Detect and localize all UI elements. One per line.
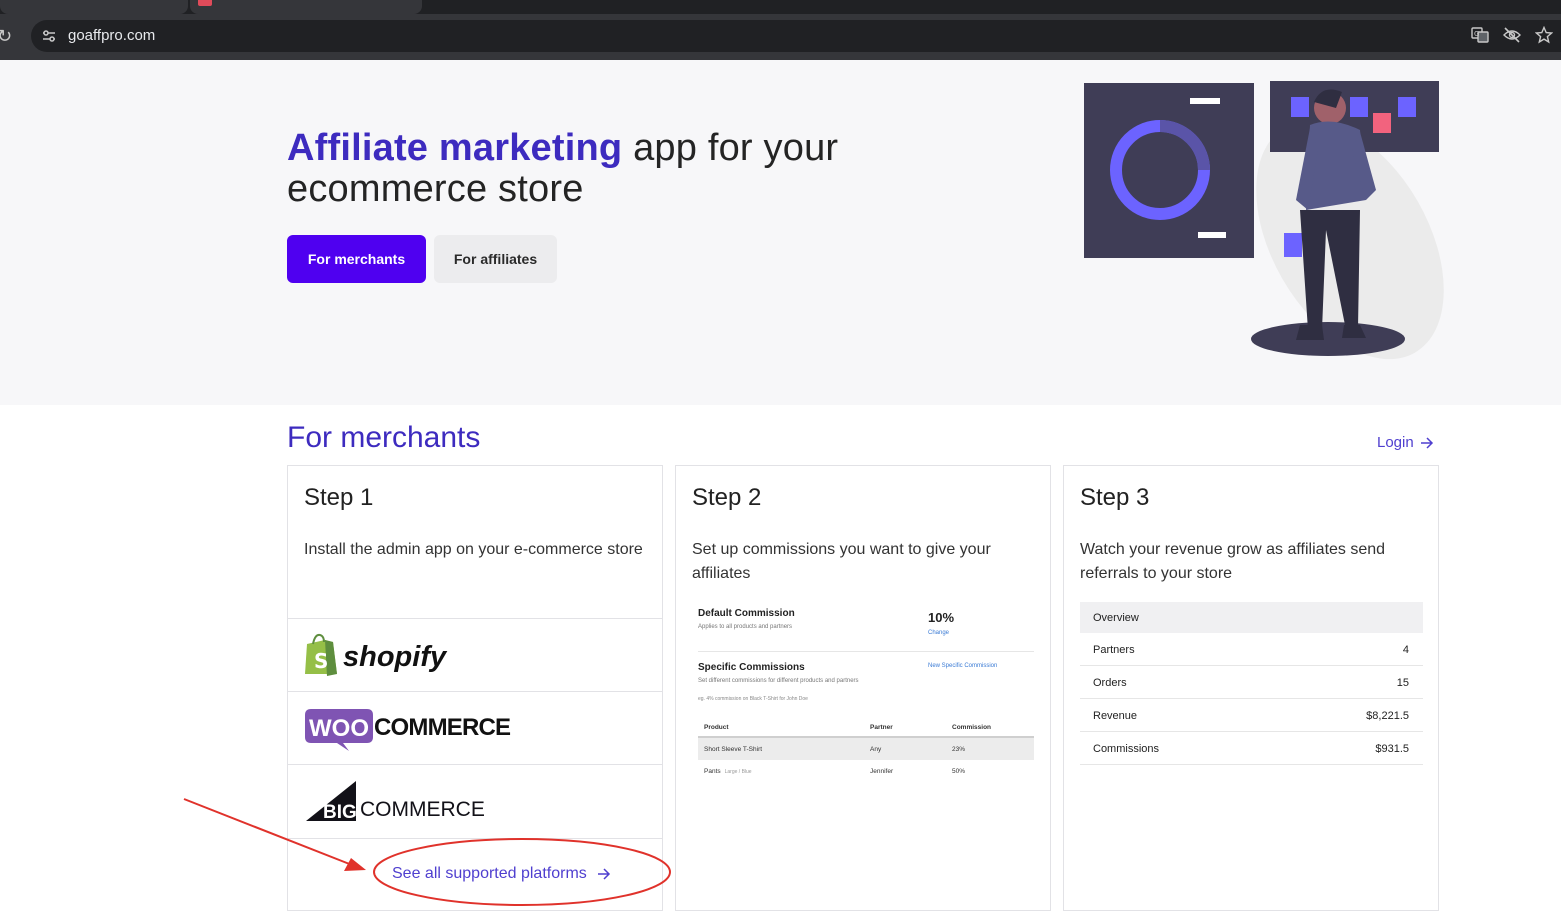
hero-title: Affiliate marketing app for your ecommer… [287, 128, 847, 210]
address-bar: ↻ goaffpro.com G [0, 14, 1561, 60]
svg-text:WOO: WOO [309, 715, 369, 742]
hero-section: Affiliate marketing app for your ecommer… [0, 60, 1561, 405]
see-all-platforms-row: See all supported platforms [288, 838, 662, 910]
hero-title-accent: Affiliate marketing [287, 127, 623, 169]
metric-label: Revenue [1093, 710, 1138, 722]
commission-cell: 50% [952, 768, 966, 775]
reload-icon[interactable]: ↻ [0, 26, 12, 47]
metric-label: Commissions [1093, 743, 1160, 755]
divider [698, 651, 1034, 652]
tab-favicon [198, 0, 212, 6]
arrow-right-icon [597, 868, 610, 880]
eye-off-icon[interactable] [1503, 26, 1521, 44]
shopify-logo: S shopify [305, 633, 448, 676]
default-commission-subtitle: Applies to all products and partners [698, 624, 793, 630]
specific-commissions-title: Specific Commissions [698, 662, 805, 673]
step-description: Watch your revenue grow as affiliates se… [1080, 541, 1386, 582]
column-header: Partner [870, 724, 893, 731]
table-header: Product Partner Commission [698, 716, 1034, 738]
bookmark-star-icon[interactable] [1535, 26, 1553, 44]
tab-strip [0, 0, 1561, 14]
omnibox[interactable]: goaffpro.com G [31, 20, 1561, 52]
metric-label: Orders [1093, 677, 1127, 689]
change-link: Change [928, 630, 950, 636]
for-affiliates-button[interactable]: For affiliates [434, 235, 557, 283]
overview-table: Overview Partners 4 Orders 15 Revenue $8… [1080, 602, 1423, 765]
platform-bigcommerce[interactable]: BIG COMMERCE [288, 764, 662, 838]
browser-tab[interactable] [0, 0, 188, 14]
table-row: Short Sleeve T-Shirt Any 23% [698, 738, 1034, 760]
svg-text:COMMERCE: COMMERCE [360, 798, 485, 821]
browser-tab-active[interactable] [190, 0, 422, 14]
see-all-label: See all supported platforms [392, 865, 587, 882]
metric-value: 15 [1396, 677, 1409, 689]
login-link[interactable]: Login [1377, 434, 1434, 451]
partner-cell: Jennifer [870, 768, 894, 775]
specific-commissions-example: eg. 4% commission on Black T-Shirt for J… [698, 696, 808, 702]
step-title: Step 3 [1080, 484, 1150, 511]
metric-value: $931.5 [1375, 743, 1409, 755]
for-merchants-button[interactable]: For merchants [287, 235, 426, 283]
product-name: Pants [704, 768, 721, 775]
partner-cell: Any [870, 746, 882, 753]
see-all-platforms-link[interactable]: See all supported platforms [392, 865, 611, 883]
product-cell: Short Sleeve T-Shirt [704, 746, 763, 753]
step-title: Step 2 [692, 484, 762, 511]
table-row: Pants Large / Blue Jennifer 50% [698, 760, 1034, 782]
specific-commissions-subtitle: Set different commissions for different … [698, 678, 859, 684]
commission-cell: 23% [952, 746, 966, 753]
metric-label: Partners [1093, 644, 1135, 656]
platform-shopify[interactable]: S shopify [288, 618, 662, 691]
table-row: Revenue $8,221.5 [1080, 699, 1423, 732]
svg-text:COMMERCE: COMMERCE [374, 714, 511, 741]
step-description: Set up commissions you want to give your… [692, 541, 991, 582]
commission-table: Product Partner Commission Short Sleeve … [698, 716, 1034, 782]
table-row: Commissions $931.5 [1080, 732, 1423, 765]
default-commission-value: 10% [928, 610, 955, 625]
step-description: Install the admin app on your e-commerce… [304, 541, 643, 558]
metric-value: 4 [1402, 644, 1409, 656]
step-card-2: Step 2 Set up commissions you want to gi… [675, 465, 1051, 911]
product-cell: Pants Large / Blue [704, 768, 752, 775]
product-variant: Large / Blue [724, 769, 752, 775]
table-row: Partners 4 [1080, 633, 1423, 666]
svg-text:S: S [314, 649, 328, 673]
table-row: Orders 15 [1080, 666, 1423, 699]
step-title: Step 1 [304, 484, 374, 511]
url-text[interactable]: goaffpro.com [68, 27, 155, 44]
svg-text:G: G [1474, 30, 1479, 38]
login-label: Login [1377, 434, 1414, 451]
column-header: Product [704, 724, 729, 731]
column-header: Commission [952, 724, 992, 731]
overview-header: Overview [1080, 602, 1423, 633]
metric-value: $8,221.5 [1366, 710, 1409, 722]
step-card-3: Step 3 Watch your revenue grow as affili… [1063, 465, 1439, 911]
hero-illustration [1084, 81, 1444, 360]
translate-icon[interactable]: G [1471, 26, 1489, 44]
svg-text:BIG: BIG [323, 802, 357, 823]
section-title: For merchants [287, 421, 481, 454]
new-specific-commission-link: New Specific Commission [928, 663, 998, 669]
platform-woocommerce[interactable]: WOO COMMERCE [288, 691, 662, 764]
site-info-icon[interactable] [41, 28, 57, 44]
woocommerce-logo: WOO COMMERCE [305, 709, 512, 751]
svg-text:shopify: shopify [343, 641, 448, 673]
arrow-right-icon [1420, 436, 1433, 449]
default-commission-title: Default Commission [698, 608, 795, 619]
step-card-1: Step 1 Install the admin app on your e-c… [287, 465, 663, 911]
bigcommerce-logo: BIG COMMERCE [306, 781, 485, 823]
